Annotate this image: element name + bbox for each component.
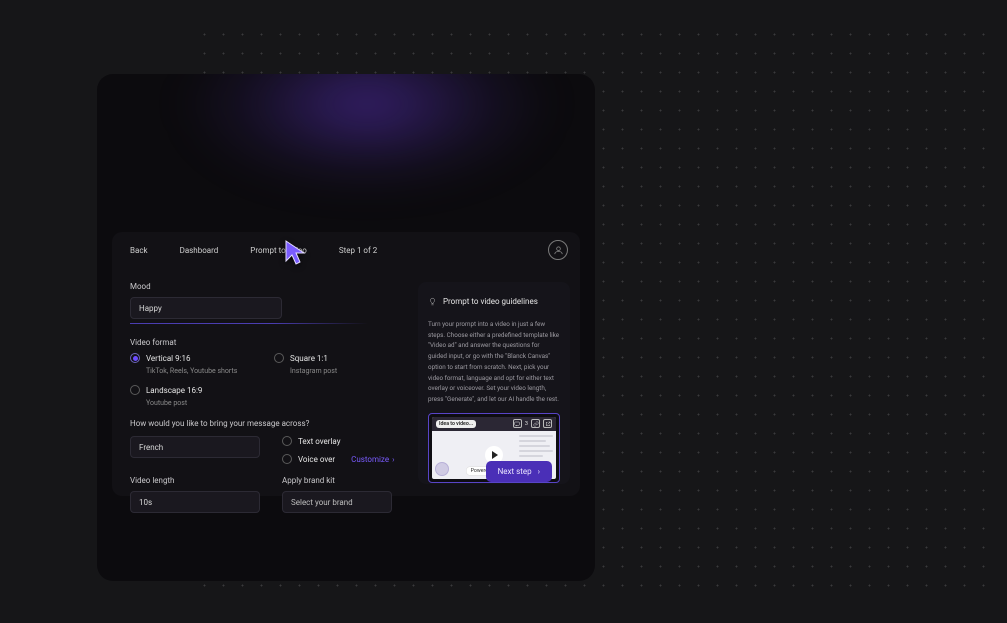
user-icon bbox=[553, 245, 564, 256]
brand-kit-label: Apply brand kit bbox=[282, 476, 392, 485]
link-icon bbox=[531, 419, 540, 428]
mood-label: Mood bbox=[130, 282, 404, 291]
video-length-input[interactable]: 10s bbox=[130, 491, 260, 513]
thumb-mock-lines bbox=[519, 435, 553, 460]
mood-value: Happy bbox=[139, 304, 162, 313]
chevron-right-icon: › bbox=[392, 455, 394, 464]
language-select[interactable]: French bbox=[130, 436, 260, 458]
video-length-value: 10s bbox=[139, 498, 152, 507]
user-avatar-button[interactable] bbox=[548, 240, 568, 260]
top-bar: Back Dashboard Prompt to video Step 1 of… bbox=[112, 232, 580, 268]
video-format-label: Video format bbox=[130, 338, 404, 347]
breadcrumb-prompt-to-video[interactable]: Prompt to video bbox=[250, 246, 307, 255]
message-across-question: How would you like to bring your message… bbox=[130, 419, 404, 428]
language-value: French bbox=[139, 443, 163, 452]
guidelines-card: Prompt to video guidelines Turn your pro… bbox=[418, 282, 570, 484]
format-vertical-sub: TikTok, Reels, Youtube shorts bbox=[146, 367, 270, 375]
thumb-header: Idea to video... 3 bbox=[432, 417, 556, 431]
format-option-square[interactable]: Square 1:1 Instagram post bbox=[274, 353, 414, 375]
app-window: Back Dashboard Prompt to video Step 1 of… bbox=[97, 74, 595, 581]
format-landscape-title: Landscape 16:9 bbox=[146, 386, 202, 395]
format-square-title: Square 1:1 bbox=[290, 354, 328, 363]
text-overlay-option[interactable]: Text overlay bbox=[282, 436, 395, 446]
next-step-button[interactable]: Next step › bbox=[486, 461, 552, 482]
video-length-label: Video length bbox=[130, 476, 260, 485]
customize-link[interactable]: Customize › bbox=[351, 455, 394, 464]
form-panel: Back Dashboard Prompt to video Step 1 of… bbox=[112, 232, 580, 496]
radio-checked-icon bbox=[130, 353, 140, 363]
guidelines-title: Prompt to video guidelines bbox=[443, 297, 538, 306]
comment-icon bbox=[513, 419, 522, 428]
format-square-sub: Instagram post bbox=[290, 367, 414, 375]
customize-label: Customize bbox=[351, 455, 389, 464]
step-indicator: Step 1 of 2 bbox=[339, 246, 377, 255]
thumb-avatar-icon bbox=[435, 462, 449, 476]
brand-placeholder: Select your brand bbox=[291, 498, 353, 507]
breadcrumb-dashboard[interactable]: Dashboard bbox=[180, 246, 219, 255]
brand-select[interactable]: Select your brand bbox=[282, 491, 392, 513]
guidelines-body: Turn your prompt into a video in just a … bbox=[428, 319, 560, 405]
mood-underline bbox=[130, 323, 368, 324]
radio-unchecked-icon bbox=[274, 353, 284, 363]
format-vertical-title: Vertical 9:16 bbox=[146, 354, 191, 363]
radio-unchecked-icon bbox=[282, 454, 292, 464]
next-step-label: Next step bbox=[498, 467, 532, 476]
radio-unchecked-icon bbox=[282, 436, 292, 446]
format-option-vertical[interactable]: Vertical 9:16 TikTok, Reels, Youtube sho… bbox=[130, 353, 270, 375]
format-landscape-sub: Youtube post bbox=[146, 399, 270, 407]
chevron-right-icon: › bbox=[538, 467, 540, 476]
mood-input[interactable]: Happy bbox=[130, 297, 282, 319]
thumb-comment-count: 3 bbox=[525, 421, 528, 427]
voice-over-label: Voice over bbox=[298, 455, 335, 464]
format-option-landscape[interactable]: Landscape 16:9 Youtube post bbox=[130, 385, 270, 407]
thumb-title-pill: Idea to video... bbox=[436, 420, 476, 428]
back-link[interactable]: Back bbox=[130, 246, 148, 255]
header-glow bbox=[177, 74, 557, 194]
lightbulb-icon bbox=[428, 292, 437, 311]
external-link-icon bbox=[543, 419, 552, 428]
voice-over-option[interactable]: Voice over Customize › bbox=[282, 454, 395, 464]
text-overlay-label: Text overlay bbox=[298, 437, 341, 446]
radio-unchecked-icon bbox=[130, 385, 140, 395]
